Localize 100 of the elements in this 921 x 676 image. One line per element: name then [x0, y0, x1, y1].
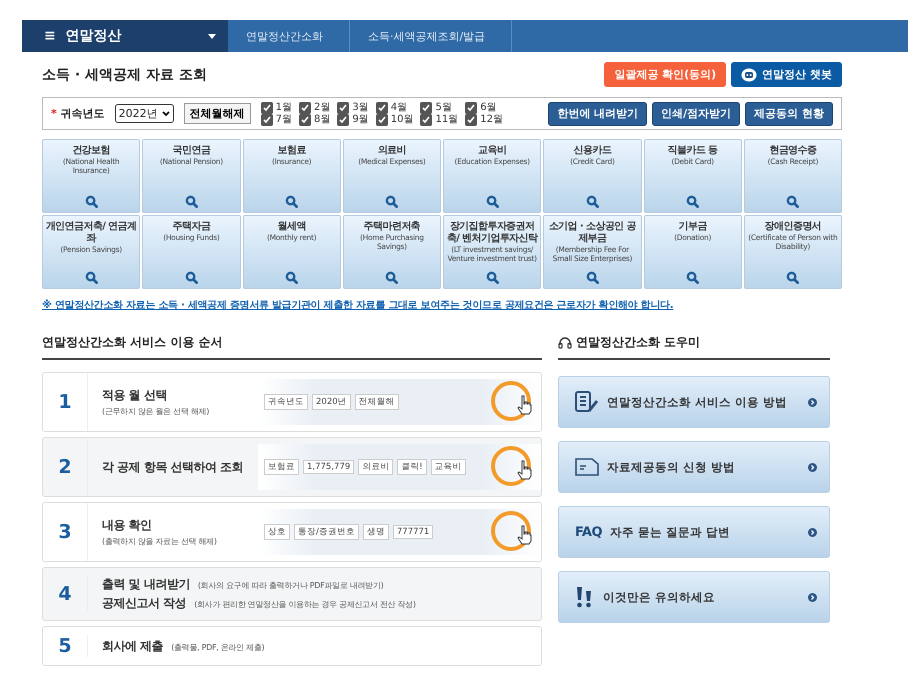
step-description: (근무하지 않은 월은 선택 해제) [102, 406, 210, 417]
document-icon [575, 458, 599, 476]
month-checkbox[interactable] [465, 114, 478, 126]
step-number: 5 [43, 635, 88, 657]
category-title: 개인연금저축/ 연금계좌 [44, 221, 138, 245]
chevron-down-icon [162, 110, 170, 116]
step-title: 회사에 제출 [102, 638, 164, 654]
month-label: 11월 [435, 114, 458, 126]
step-title: 출력 및 내려받기 [102, 576, 190, 593]
action-button[interactable]: 인쇄/점자받기 [652, 102, 740, 126]
month-label: 7월 [276, 114, 292, 126]
illustration-label: 전체월해 [354, 394, 399, 410]
pointer-hand-icon [517, 460, 533, 480]
caret-icon [208, 34, 216, 38]
category-title: 의료비 [378, 145, 406, 157]
search-icon [84, 271, 98, 284]
action-button[interactable]: 한번에 내려받기 [548, 102, 648, 126]
illustration-label: 의료비 [358, 459, 394, 475]
search-icon [486, 271, 499, 284]
month-checkbox[interactable] [376, 114, 388, 126]
illustration-label: 통장/증권번호 [294, 524, 359, 540]
month-checkbox[interactable] [465, 102, 478, 114]
chatbot-button[interactable]: 연말정산 챗봇 [731, 62, 842, 87]
step-title: 각 공제 항목 선택하여 조회 [102, 458, 244, 476]
month-label: 8월 [314, 114, 330, 126]
category-title: 건강보험 [72, 145, 110, 157]
search-icon [385, 271, 398, 284]
search-icon [184, 195, 198, 208]
month-checkbox[interactable] [337, 114, 350, 126]
illustration-label: 777771 [392, 525, 434, 539]
help-label: 연말정산간소화 서비스 이용 방법 [607, 394, 788, 410]
month-label: 6월 [480, 102, 497, 114]
month-label: 5월 [435, 102, 452, 114]
category-title: 교육비 [478, 145, 506, 157]
headset-icon [558, 336, 572, 348]
help-label: 이것만은 유의하세요 [603, 590, 716, 604]
category-title: 장애인증명서 [764, 221, 822, 233]
category-title: 국민연금 [172, 145, 210, 157]
category-title: 신용카드 [574, 145, 612, 157]
month-checkbox[interactable] [376, 102, 388, 114]
illustration-label: 2020년 [312, 394, 351, 410]
category-title: 소기업 · 소상공인 공제부금 [548, 221, 637, 245]
month-checkbox[interactable] [420, 102, 432, 114]
help-label: 자료제공동의 신청 방법 [607, 460, 736, 474]
month-label: 9월 [352, 114, 369, 126]
illustration-label: 1,775,779 [303, 460, 354, 474]
category-title: 기부금 [678, 221, 707, 233]
search-icon [586, 195, 599, 208]
month-checkbox[interactable] [260, 114, 273, 126]
category-title: 현금영수증 [769, 145, 816, 157]
year-select[interactable]: 2022년 [114, 104, 174, 123]
illustration-label: 귀속년도 [264, 394, 308, 410]
arrow-circle-icon [808, 462, 817, 472]
search-icon [385, 195, 398, 208]
search-icon [686, 271, 700, 284]
breadcrumb-link[interactable]: 연말정산간소화 [228, 20, 350, 52]
menu-dropdown[interactable]: ≡ 연말정산 [22, 20, 228, 52]
category-title: 주택마련저축 [364, 221, 420, 233]
faq-label: FAQ [575, 524, 602, 540]
arrow-circle-icon [808, 528, 817, 536]
step-number: 4 [43, 576, 88, 612]
month-label: 12월 [480, 114, 503, 126]
step-number: 3 [43, 503, 88, 561]
breadcrumb-link[interactable]: 소득·세액공제조회/발급 [350, 20, 512, 52]
month-label: 3월 [352, 102, 369, 114]
step-description: (출력하지 않을 자료는 선택 해제) [102, 536, 218, 547]
page-title: 소득 · 세액공제 자료 조회 [42, 66, 207, 84]
help-link[interactable]: 연말정산간소화 서비스 이용 방법 [558, 376, 830, 428]
pointer-hand-icon [517, 395, 533, 415]
search-icon [285, 271, 298, 284]
month-checkbox[interactable] [420, 114, 432, 126]
month-checkbox[interactable] [298, 102, 311, 114]
document-pen-icon [575, 391, 599, 413]
step-title: 내용 확인 [102, 517, 153, 534]
search-icon [84, 195, 98, 208]
help-link[interactable]: FAQ 자주 묻는 질문과 답변 [558, 506, 830, 558]
illustration-label: 교육비 [430, 459, 466, 475]
step-description: (회사의 요구에 따라 출력하거나 PDF파일로 내려받기) [198, 580, 384, 591]
action-button[interactable]: 제공동의 현황 [745, 102, 833, 126]
step-description: (회사가 편리한 연말정산을 이용하는 경우 공제신고서 전산 작성) [194, 599, 416, 610]
month-checkbox[interactable] [260, 102, 273, 114]
category-title: 주택자금 [172, 221, 210, 233]
search-icon [586, 271, 599, 284]
section-title: 연말정산간소화 도우미 [576, 334, 700, 351]
month-checkbox[interactable] [337, 102, 350, 114]
category-title: 보험료 [278, 145, 306, 157]
notice-link[interactable]: ※ 연말정산간소화 자료는 소득 · 세액공제 증명서류 발급기관이 제출한 자료를 그대로 보여주는 것이므로 공제요건은 근로자가 확인해야 합니다. [42, 298, 842, 312]
month-label: 1월 [276, 102, 292, 114]
search-icon [786, 271, 800, 284]
search-icon [486, 195, 499, 208]
help-link[interactable]: 이것만은 유의하세요 [558, 571, 830, 623]
search-icon [285, 195, 298, 208]
month-checkbox[interactable] [298, 114, 311, 126]
help-link[interactable]: 자료제공동의 신청 방법 [558, 441, 830, 493]
category-title: 월세액 [278, 221, 306, 233]
section-title: 연말정산간소화 서비스 이용 순서 [42, 334, 542, 360]
deselect-all-button[interactable]: 전체월해제 [184, 103, 251, 124]
search-icon [686, 195, 700, 208]
category-title: 장기집합투자증권저축/ 벤처기업투자신탁 [446, 221, 539, 245]
step-number: 2 [43, 438, 88, 496]
